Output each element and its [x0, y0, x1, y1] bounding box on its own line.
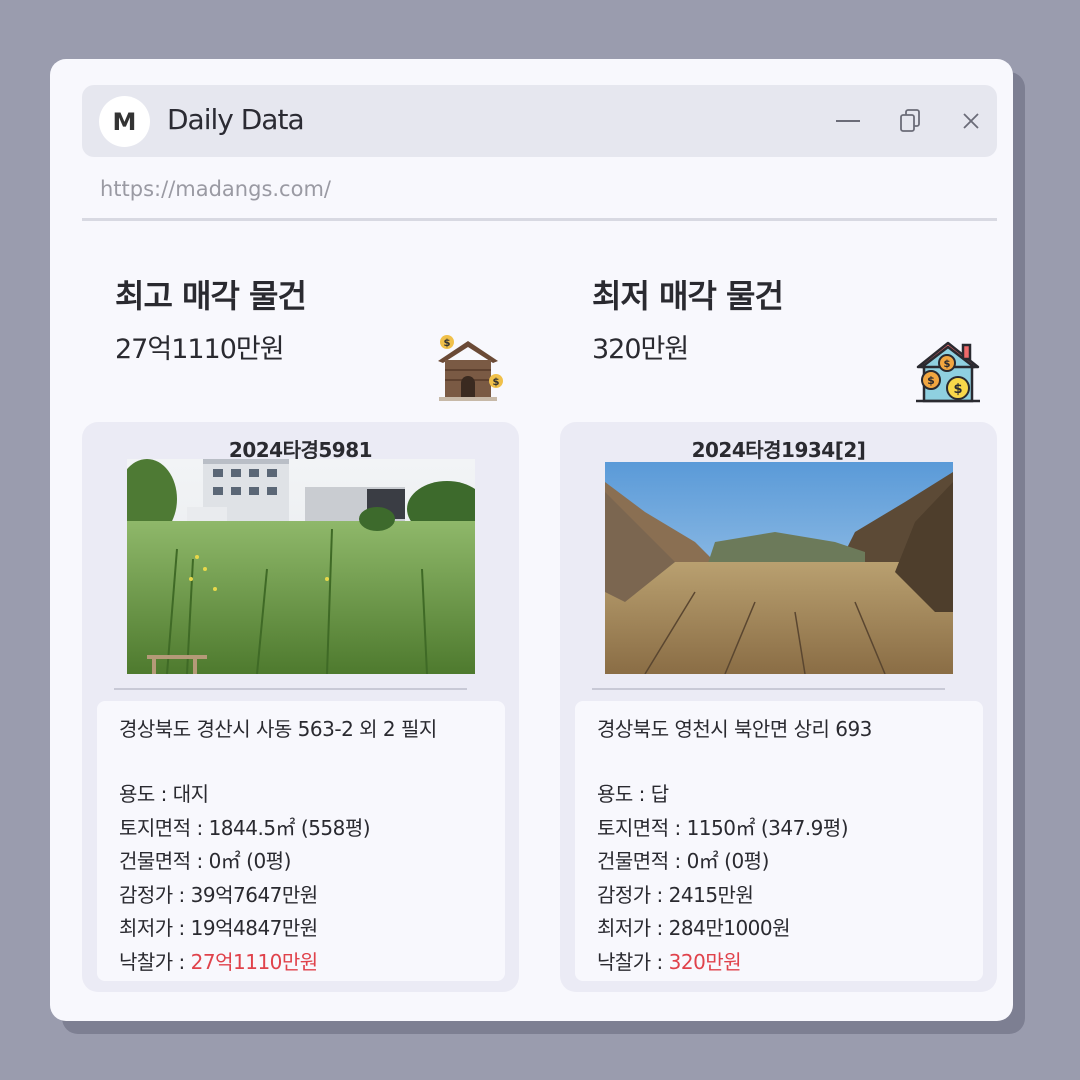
svg-text:$: $ — [944, 359, 951, 370]
card-divider — [592, 688, 945, 690]
info-row-minimum: 최저가 : 284만1000원 — [597, 916, 791, 940]
highest-heading: 최고 매각 물건 — [115, 277, 307, 315]
svg-text:$: $ — [444, 338, 451, 349]
property-photo — [127, 459, 475, 674]
highest-price: 27억1110만원 — [115, 334, 285, 365]
url-text[interactable]: https://madangs.com/ — [100, 177, 331, 201]
svg-text:$: $ — [927, 374, 935, 387]
property-info: 경상북도 영천시 북안면 상리 693 용도 : 답 토지면적 : 1150㎡ … — [575, 701, 983, 981]
info-row-appraisal: 감정가 : 2415만원 — [597, 882, 754, 907]
info-row-usage: 용도 : 답 — [597, 782, 669, 806]
minimize-button[interactable] — [832, 105, 864, 137]
lowest-price: 320만원 — [592, 334, 689, 365]
restore-icon — [900, 109, 920, 132]
house-coins-icon: $ $ $ — [916, 339, 980, 409]
highest-card[interactable]: 2024타경5981 경상북도 경산시 사동 563-2 외 2 필지 용도:… — [82, 422, 519, 992]
info-row-minimum: 최저가 : 19억4847만원 — [119, 916, 318, 940]
app-title: Daily Data — [167, 103, 305, 136]
property-photo — [605, 462, 953, 674]
info-row-building-area: 건물면적 : 0㎡ (0평) — [597, 849, 769, 873]
property-address: 경상북도 경산시 사동 563-2 외 2 필지 — [119, 717, 437, 741]
app-logo: M — [99, 96, 150, 147]
header-divider — [82, 218, 997, 221]
close-icon — [963, 113, 979, 129]
property-address: 경상북도 영천시 북안면 상리 693 — [597, 717, 872, 741]
info-row-usage: 용도 : 대지 — [119, 782, 209, 806]
lowest-heading: 최저 매각 물건 — [592, 277, 784, 315]
house-money-icon: $ $ — [433, 333, 503, 407]
info-row-land-area: 토지면적 : 1150㎡ (347.9평) — [597, 815, 849, 840]
info-row-building-area: 건물면적 : 0㎡ (0평) — [119, 849, 291, 873]
title-bar: M Daily Data — [82, 85, 997, 157]
info-row-appraisal: 감정가 : 39억7647만원 — [119, 882, 318, 907]
info-row-land-area: 토지면적 : 1844.5㎡ (558평) — [119, 815, 371, 840]
minimize-icon — [836, 120, 860, 122]
svg-text:$: $ — [493, 377, 500, 388]
card-divider — [114, 688, 467, 690]
app-window: M Daily Data https://madangs.com/ 최고 매각 … — [50, 59, 1013, 1021]
property-info: 경상북도 경산시 사동 563-2 외 2 필지 용도 : 대지 토지면적 : … — [97, 701, 505, 981]
close-button[interactable] — [955, 105, 987, 137]
svg-text:$: $ — [953, 382, 962, 397]
case-number: 2024타경1934[2] — [691, 438, 866, 462]
info-row-winning-bid: 낙찰가 : 27억1110만원 — [119, 949, 318, 974]
info-row-winning-bid: 낙찰가 : 320만원 — [597, 949, 742, 974]
lowest-card[interactable]: 2024타경1934[2] 경상북도 영천시 북안면 상리 693 용도: 답… — [560, 422, 997, 992]
restore-button[interactable] — [895, 105, 927, 137]
